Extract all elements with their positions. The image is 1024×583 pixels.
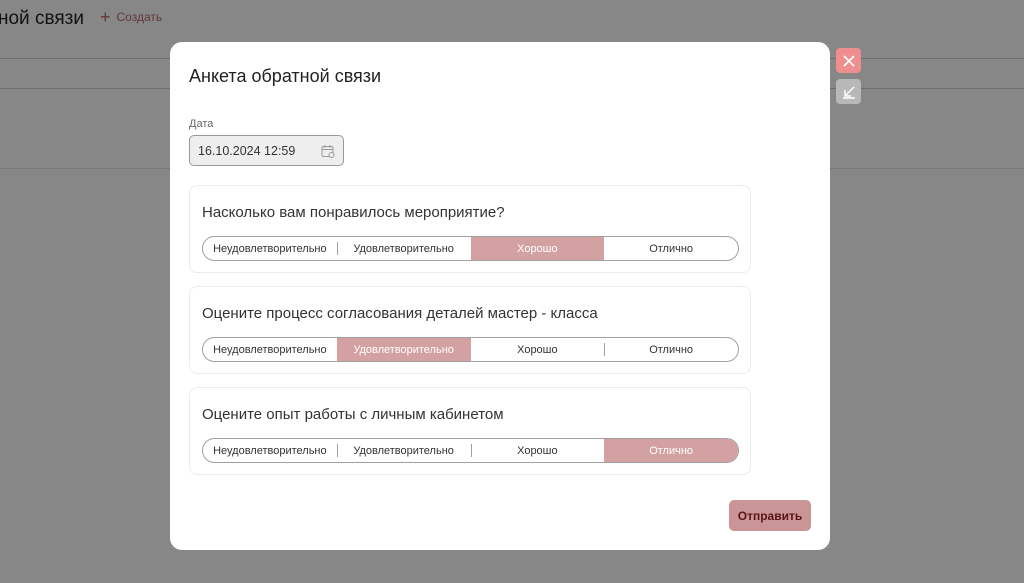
option-excellent[interactable]: Отлично (604, 439, 738, 462)
question-card: Оцените процесс согласования деталей мас… (189, 286, 751, 374)
collapse-button[interactable] (836, 79, 861, 104)
rating-selector: Неудовлетворительно Удовлетворительно Хо… (202, 236, 739, 261)
option-good[interactable]: Хорошо (470, 237, 605, 260)
option-unsatisfactory[interactable]: Неудовлетворительно (203, 439, 337, 462)
option-satisfactory[interactable]: Удовлетворительно (336, 439, 471, 462)
date-value: 16.10.2024 12:59 (198, 143, 296, 158)
close-button[interactable] (836, 48, 861, 73)
question-text: Насколько вам понравилось мероприятие? (202, 204, 505, 221)
arrow-down-left-icon (842, 86, 855, 99)
question-text: Оцените опыт работы с личным кабинетом (202, 406, 504, 423)
rating-selector: Неудовлетворительно Удовлетворительно Хо… (202, 337, 739, 362)
date-label: Дата (189, 118, 214, 130)
calendar-icon[interactable] (321, 144, 335, 158)
option-good[interactable]: Хорошо (471, 338, 605, 361)
question-text: Оцените процесс согласования деталей мас… (202, 305, 598, 322)
option-unsatisfactory[interactable]: Неудовлетворительно (203, 338, 337, 361)
option-unsatisfactory[interactable]: Неудовлетворительно (203, 237, 337, 260)
option-good[interactable]: Хорошо (470, 439, 605, 462)
question-card: Насколько вам понравилось мероприятие? Н… (189, 185, 751, 273)
submit-button[interactable]: Отправить (729, 500, 811, 531)
feedback-modal: Анкета обратной связи Дата 16.10.2024 12… (170, 42, 830, 550)
option-satisfactory[interactable]: Удовлетворительно (336, 338, 471, 361)
question-card: Оцените опыт работы с личным кабинетом Н… (189, 387, 751, 475)
option-excellent[interactable]: Отлично (604, 338, 738, 361)
date-field[interactable]: 16.10.2024 12:59 (189, 135, 344, 166)
rating-selector: Неудовлетворительно Удовлетворительно Хо… (202, 438, 739, 463)
option-excellent[interactable]: Отлично (604, 237, 738, 260)
close-icon (842, 54, 855, 67)
option-satisfactory[interactable]: Удовлетворительно (336, 237, 471, 260)
modal-title: Анкета обратной связи (189, 66, 382, 86)
